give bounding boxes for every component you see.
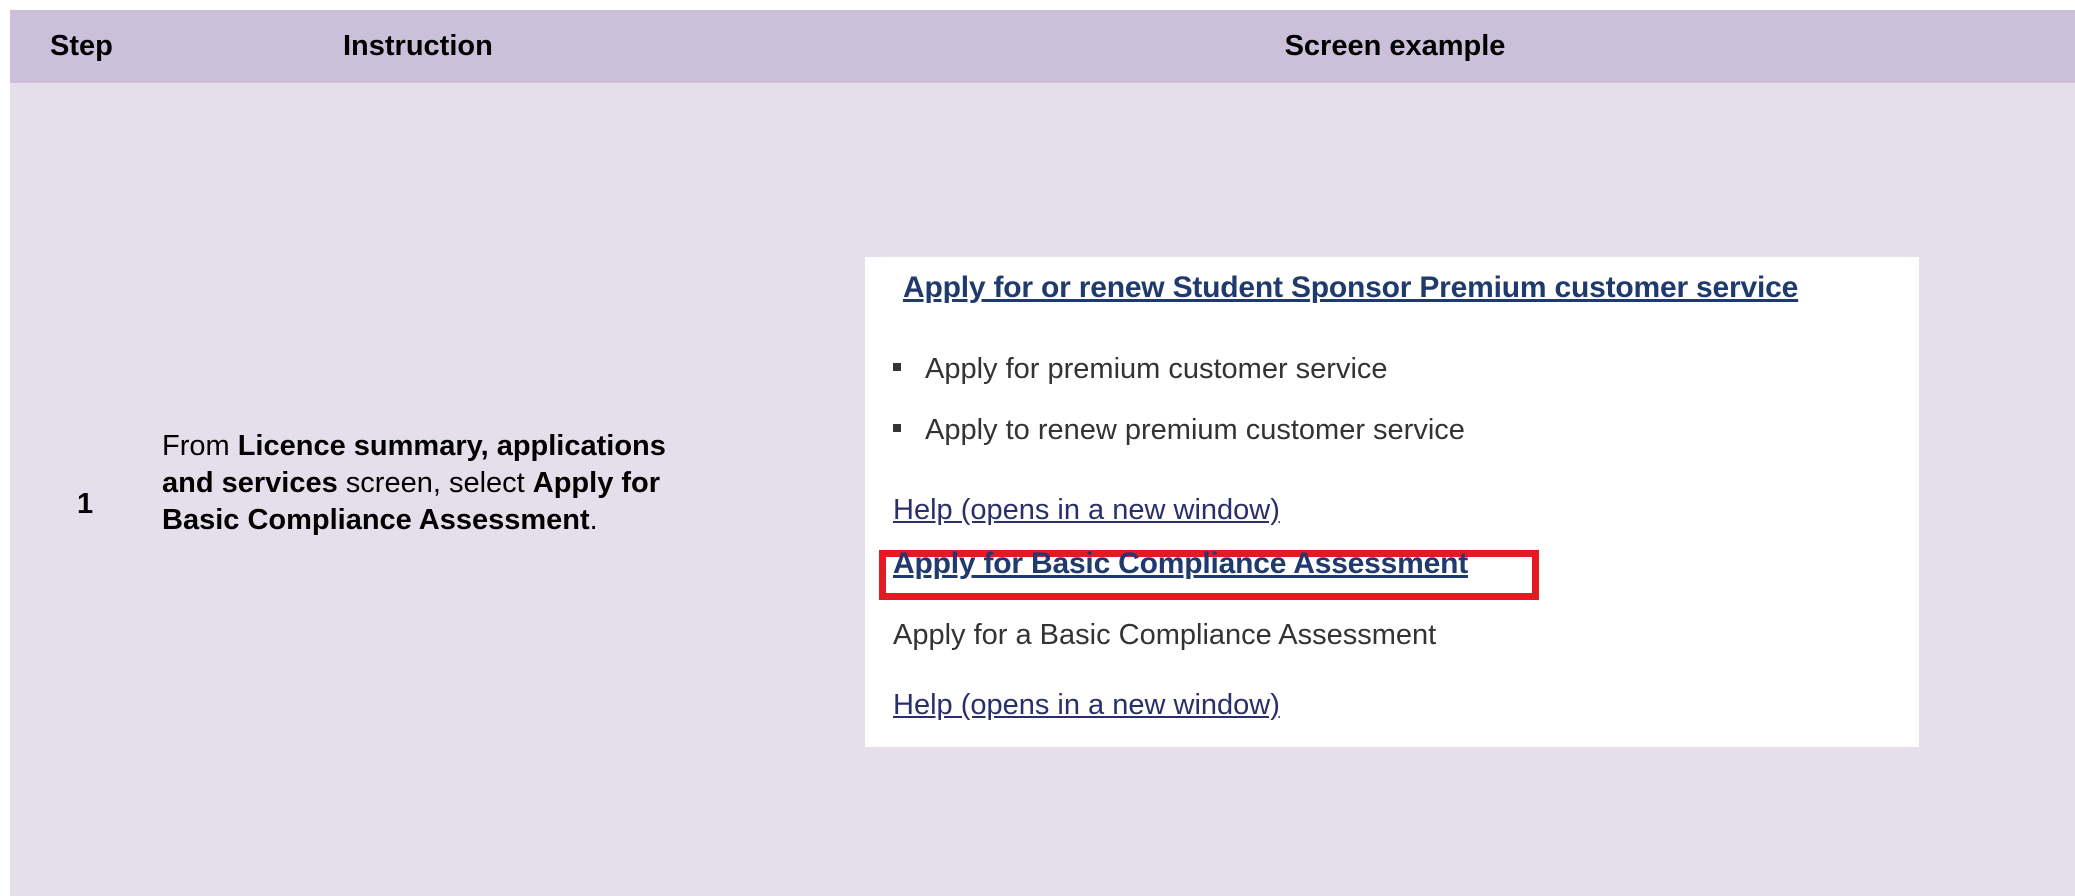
premium-service-link[interactable]: Apply for or renew Student Sponsor Premi…: [903, 271, 1798, 305]
list-item-label: Apply for premium customer service: [925, 353, 1388, 385]
table-header-row: Step Instruction Screen example: [10, 10, 2075, 83]
instruction-text-part: .: [589, 504, 598, 536]
bullet-icon: [893, 424, 901, 433]
instruction-text: From Licence summary, applications and s…: [162, 428, 722, 539]
list-item-label: Apply to renew premium customer service: [925, 414, 1465, 446]
list-item: Apply for premium customer service: [893, 353, 1388, 386]
instruction-text-part: From: [162, 430, 238, 462]
table-row: 1 From Licence summary, applications and…: [10, 83, 2075, 896]
instruction-text-part: screen, select: [337, 467, 533, 499]
step-number: 1: [77, 488, 94, 520]
screen-example-panel: Apply for or renew Student Sponsor Premi…: [865, 257, 1919, 747]
header-screen-example: Screen example: [1284, 30, 1506, 62]
bca-description: Apply for a Basic Compliance Assessment: [893, 619, 1437, 651]
instruction-table: Step Instruction Screen example 1 From L…: [10, 10, 2075, 896]
list-item: Apply to renew premium customer service: [893, 414, 1465, 447]
basic-compliance-assessment-link[interactable]: Apply for Basic Compliance Assessment: [893, 547, 1468, 581]
premium-help-link[interactable]: Help (opens in a new window): [893, 494, 1280, 527]
bullet-icon: [893, 363, 901, 372]
bca-help-link[interactable]: Help (opens in a new window): [893, 689, 1280, 722]
